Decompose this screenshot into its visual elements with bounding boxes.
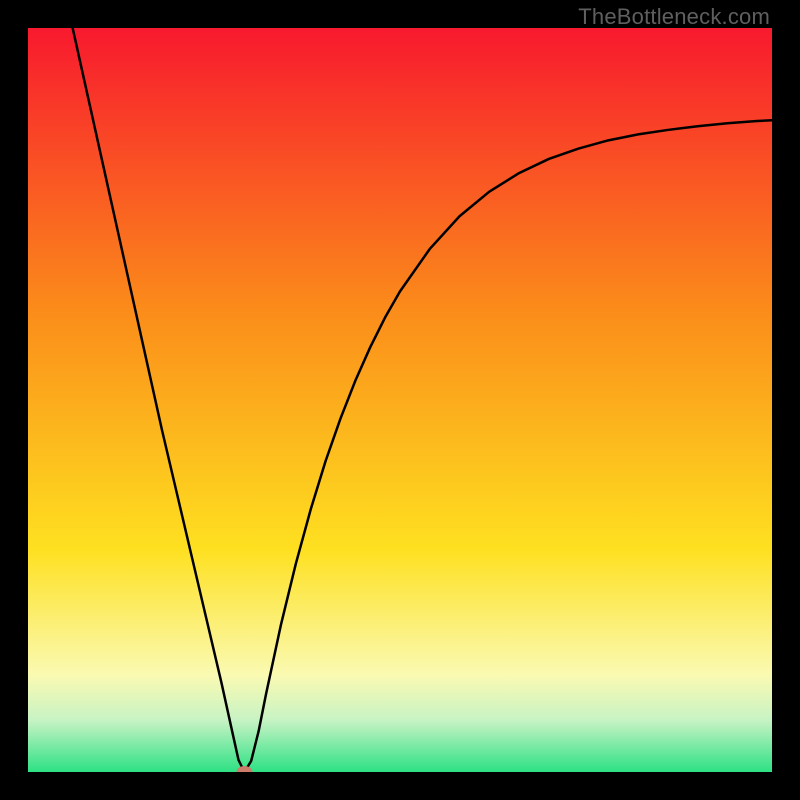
watermark-text: TheBottleneck.com: [578, 4, 770, 30]
gradient-background: [28, 28, 772, 772]
chart-frame: TheBottleneck.com: [0, 0, 800, 800]
bottleneck-chart: [28, 28, 772, 772]
